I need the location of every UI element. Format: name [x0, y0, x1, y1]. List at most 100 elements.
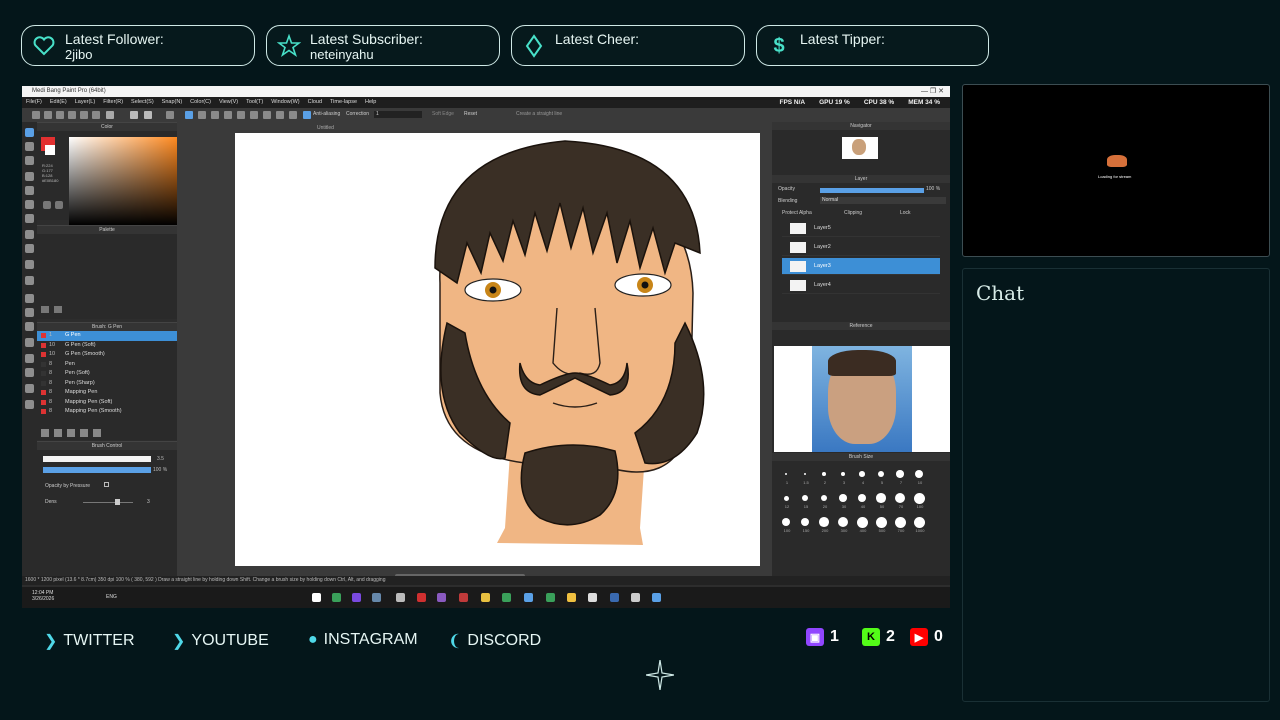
menu-timelapse[interactable]: Time-lapse	[330, 97, 357, 108]
brush-size-option[interactable]	[896, 470, 904, 478]
opacity-pressure-checkbox[interactable]	[104, 482, 109, 487]
layer-row[interactable]: Layer2	[782, 239, 940, 256]
new-file-icon[interactable]	[32, 111, 40, 119]
pen-icon[interactable]	[25, 294, 34, 303]
clipping-checkbox[interactable]: Clipping	[844, 210, 862, 216]
drawing-canvas[interactable]	[235, 133, 760, 566]
snap-circle-icon[interactable]	[250, 111, 258, 119]
ruler-icon[interactable]	[106, 111, 114, 119]
snap-cross-icon[interactable]	[211, 111, 219, 119]
brush-size-option[interactable]	[782, 518, 790, 526]
taskbar-app-icon[interactable]	[352, 593, 361, 602]
protect-alpha-checkbox[interactable]: Protect Alpha	[782, 210, 812, 216]
brush-size-option[interactable]	[785, 473, 787, 475]
color-picker-square[interactable]	[69, 137, 177, 225]
lasso-icon[interactable]	[25, 186, 34, 195]
snap-vanish-icon[interactable]	[224, 111, 232, 119]
color-wheel-icon[interactable]	[55, 201, 63, 209]
soft-edge-label[interactable]: Soft Edge	[432, 111, 454, 117]
brush-row[interactable]: 8 Mapping Pen (Smooth)	[37, 407, 177, 417]
chrome-icon[interactable]	[567, 593, 576, 602]
brush-delete-icon[interactable]	[93, 429, 101, 437]
menu-view[interactable]: View(V)	[219, 97, 238, 108]
brush-row[interactable]: 8 Pen	[37, 360, 177, 370]
move-icon[interactable]	[25, 214, 34, 223]
brush-size-option[interactable]	[894, 492, 906, 504]
menu-window[interactable]: Window(W)	[271, 97, 299, 108]
delete-palette-icon[interactable]	[54, 306, 62, 313]
brush-tool-icon[interactable]	[25, 128, 34, 137]
fill-icon[interactable]	[25, 230, 34, 239]
folder-icon[interactable]	[481, 593, 490, 602]
brush-size-option[interactable]	[800, 517, 810, 527]
brush-size-option[interactable]	[822, 472, 826, 476]
brush-size-option[interactable]	[803, 472, 807, 476]
taskbar-app-icon[interactable]	[588, 593, 597, 602]
brush-size-option[interactable]	[819, 517, 829, 527]
hand-icon[interactable]	[25, 400, 34, 409]
brush-size-option[interactable]	[914, 469, 924, 479]
taskbar-app-icon[interactable]	[396, 593, 405, 602]
brush-opacity-slider[interactable]	[43, 467, 151, 473]
youtube-link[interactable]: ❯ YOUTUBE	[172, 631, 269, 651]
language-indicator[interactable]: ENG	[106, 594, 117, 600]
brush-size-option[interactable]	[837, 516, 849, 528]
grid-icon[interactable]	[80, 111, 88, 119]
eraser-icon[interactable]	[25, 142, 34, 151]
taskbar-app-icon[interactable]	[417, 593, 426, 602]
dens-slider[interactable]	[83, 502, 133, 503]
blending-select[interactable]: Normal	[820, 197, 946, 204]
reset-button[interactable]: Reset	[464, 111, 477, 117]
brush-size-option[interactable]	[856, 516, 868, 528]
brush-size-option[interactable]	[857, 493, 867, 503]
brush-size-option[interactable]	[875, 516, 887, 528]
menu-snap[interactable]: Snap(N)	[162, 97, 182, 108]
menu-filter[interactable]: Filter(R)	[103, 97, 123, 108]
antialias-icon[interactable]	[303, 111, 311, 119]
brush-size-slider[interactable]	[43, 456, 151, 462]
brush-size-option[interactable]	[876, 493, 886, 503]
menu-select[interactable]: Select(S)	[131, 97, 154, 108]
dens-slider-thumb[interactable]	[115, 499, 120, 505]
discord-link[interactable]: ❨ DISCORD	[448, 631, 541, 651]
taskbar-app-icon[interactable]	[502, 593, 511, 602]
brush-size-option[interactable]	[894, 516, 906, 528]
correction-select[interactable]: 1	[374, 111, 422, 118]
brush-settings-icon[interactable]	[67, 429, 75, 437]
twitter-link[interactable]: ❯ TWITTER	[44, 631, 135, 651]
brush-size-option[interactable]	[859, 471, 865, 477]
taskbar-app-icon[interactable]	[437, 593, 446, 602]
menu-help[interactable]: Help	[365, 97, 376, 108]
snap-off-icon[interactable]	[185, 111, 193, 119]
save-icon[interactable]	[56, 111, 64, 119]
brush-size-option[interactable]	[820, 494, 828, 502]
layer-row[interactable]: Layer5	[782, 220, 940, 237]
divide-icon[interactable]	[25, 322, 34, 331]
menu-layer[interactable]: Layer(L)	[75, 97, 95, 108]
magic-wand-icon[interactable]	[25, 200, 34, 209]
taskbar-app-icon[interactable]	[312, 593, 321, 602]
lock-checkbox[interactable]: Lock	[900, 210, 911, 216]
settings-icon[interactable]	[92, 111, 100, 119]
zoom-icon[interactable]	[25, 354, 34, 363]
brush-size-option[interactable]	[839, 494, 847, 502]
brush-size-option[interactable]	[877, 470, 885, 478]
taskbar-app-icon[interactable]	[372, 593, 381, 602]
taskbar-app-icon[interactable]	[546, 593, 555, 602]
redo-icon[interactable]	[144, 111, 152, 119]
layer-row[interactable]: Layer4	[782, 277, 940, 294]
snap-curve-icon[interactable]	[263, 111, 271, 119]
menu-color[interactable]: Color(C)	[190, 97, 211, 108]
instagram-link[interactable]: ● INSTAGRAM	[308, 631, 418, 649]
menu-edit[interactable]: Edit(E)	[50, 97, 67, 108]
reference-image[interactable]	[774, 346, 950, 452]
brush-add-icon[interactable]	[41, 429, 49, 437]
taskbar-app-icon[interactable]	[610, 593, 619, 602]
brush-size-option[interactable]	[840, 471, 846, 477]
menu-cloud[interactable]: Cloud	[308, 97, 322, 108]
brush-row[interactable]: 10 G Pen (Soft)	[37, 341, 177, 351]
secondary-color-swatch[interactable]	[45, 145, 55, 155]
menu-tool[interactable]: Tool(T)	[246, 97, 263, 108]
brush-row[interactable]: 10 G Pen (Smooth)	[37, 350, 177, 360]
brush-row[interactable]: 8 Mapping Pen (Soft)	[37, 398, 177, 408]
